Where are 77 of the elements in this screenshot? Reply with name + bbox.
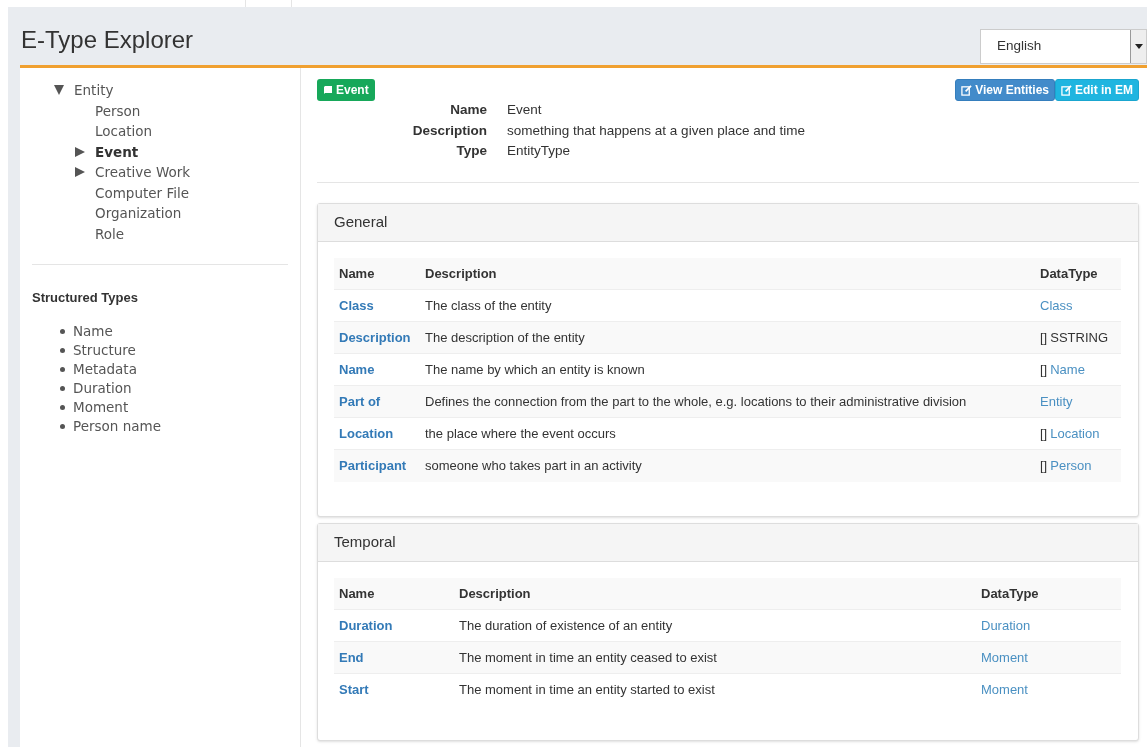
bullet-icon <box>60 347 65 353</box>
field-label: Type <box>455 142 487 160</box>
property-link[interactable]: End <box>339 649 364 665</box>
table-cell: Defines the connection from the part to the whole, e.g. locations to their administrative division <box>425 393 967 409</box>
datatype-text: SSTRING <box>1050 329 1109 345</box>
tree-item[interactable]: Computer File <box>95 182 189 203</box>
table-cell: The moment in time an entity ceased to exist <box>459 649 717 665</box>
type-link[interactable]: Moment <box>73 396 129 418</box>
datatype-link[interactable]: Moment <box>981 649 1028 665</box>
bullet-icon <box>60 366 65 372</box>
property-link[interactable]: Start <box>339 682 369 697</box>
caret-right-icon[interactable] <box>74 145 86 158</box>
array-mark: [] <box>1040 458 1048 473</box>
caret-right-icon[interactable] <box>74 166 86 179</box>
dropdown-arrow-icon <box>1134 44 1143 49</box>
table-cell: The class of the entity <box>425 297 552 313</box>
property-link[interactable]: Name <box>339 361 375 377</box>
language-select[interactable]: English <box>980 29 1147 64</box>
bullet-icon <box>60 385 65 391</box>
column-header: Description <box>454 577 976 610</box>
bullet-icon <box>60 328 65 334</box>
field-value: EntityType <box>507 142 572 160</box>
app-title: E-Type Explorer <box>21 25 194 55</box>
array-mark: [] <box>1040 425 1048 441</box>
datatype-link[interactable]: Duration <box>981 617 1031 633</box>
array-mark: [] <box>1040 329 1048 345</box>
entity-badge: Event <box>317 79 375 101</box>
type-link[interactable]: Structure <box>73 339 136 361</box>
bullet-icon <box>60 404 65 410</box>
table-cell: The moment in time an entity started to exist <box>459 682 715 697</box>
section-heading: Structured Types <box>31 289 139 307</box>
property-link[interactable]: Part of <box>339 393 381 409</box>
caret-down-icon[interactable] <box>53 84 65 97</box>
action-button[interactable]: View Entities <box>955 79 1055 101</box>
tree-item[interactable]: Person <box>95 100 141 121</box>
type-link[interactable]: Name <box>73 320 113 342</box>
field-label: Name <box>449 101 487 119</box>
tree-item[interactable]: Role <box>95 223 125 244</box>
field-value: something that happens at a given place and time <box>507 121 806 140</box>
property-link[interactable]: Description <box>339 329 411 345</box>
edit-icon <box>1061 84 1072 96</box>
panel-title: General <box>334 211 388 232</box>
tree-item[interactable]: Location <box>95 121 153 142</box>
field-label: Description <box>411 121 487 140</box>
field-value: Event <box>507 101 543 119</box>
tree-item[interactable]: Creative Work <box>95 162 191 183</box>
column-header: DataType <box>976 577 1121 610</box>
column-header: Name <box>334 257 420 290</box>
tree-item[interactable]: Entity <box>74 80 114 101</box>
column-header: DataType <box>1035 257 1121 290</box>
tree-item[interactable]: Organization <box>95 203 182 224</box>
datatype-link[interactable]: Entity <box>1040 393 1073 409</box>
table-cell: The duration of existence of an entity <box>459 617 673 633</box>
action-button[interactable]: Edit in EM <box>1055 79 1139 101</box>
type-link[interactable]: Duration <box>73 377 132 399</box>
datatype-link[interactable]: Moment <box>981 682 1028 697</box>
column-header: Name <box>334 577 454 610</box>
edit-icon <box>961 84 973 96</box>
table-cell: someone who takes part in an activity <box>425 458 642 473</box>
type-link[interactable]: Person name <box>73 415 161 437</box>
datatype-link[interactable]: Name <box>1050 361 1085 377</box>
table-cell: the place where the event occurs <box>425 425 616 441</box>
tree-item[interactable]: Event <box>95 141 139 162</box>
datatype-link[interactable]: Class <box>1040 297 1073 313</box>
table-cell: The description of the entity <box>425 329 585 345</box>
datatype-link[interactable]: Location <box>1050 425 1100 441</box>
table-cell: The name by which an entity is known <box>425 361 645 377</box>
bullet-icon <box>60 423 65 429</box>
type-link[interactable]: Metadata <box>73 358 137 380</box>
property-link[interactable]: Location <box>339 425 394 441</box>
column-header: Description <box>420 257 1035 290</box>
property-link[interactable]: Duration <box>339 617 393 633</box>
array-mark: [] <box>1040 361 1048 377</box>
property-link[interactable]: Class <box>339 297 374 313</box>
datatype-link[interactable]: Person <box>1050 458 1092 473</box>
property-link[interactable]: Participant <box>339 458 407 473</box>
panel-title: Temporal <box>334 531 396 552</box>
